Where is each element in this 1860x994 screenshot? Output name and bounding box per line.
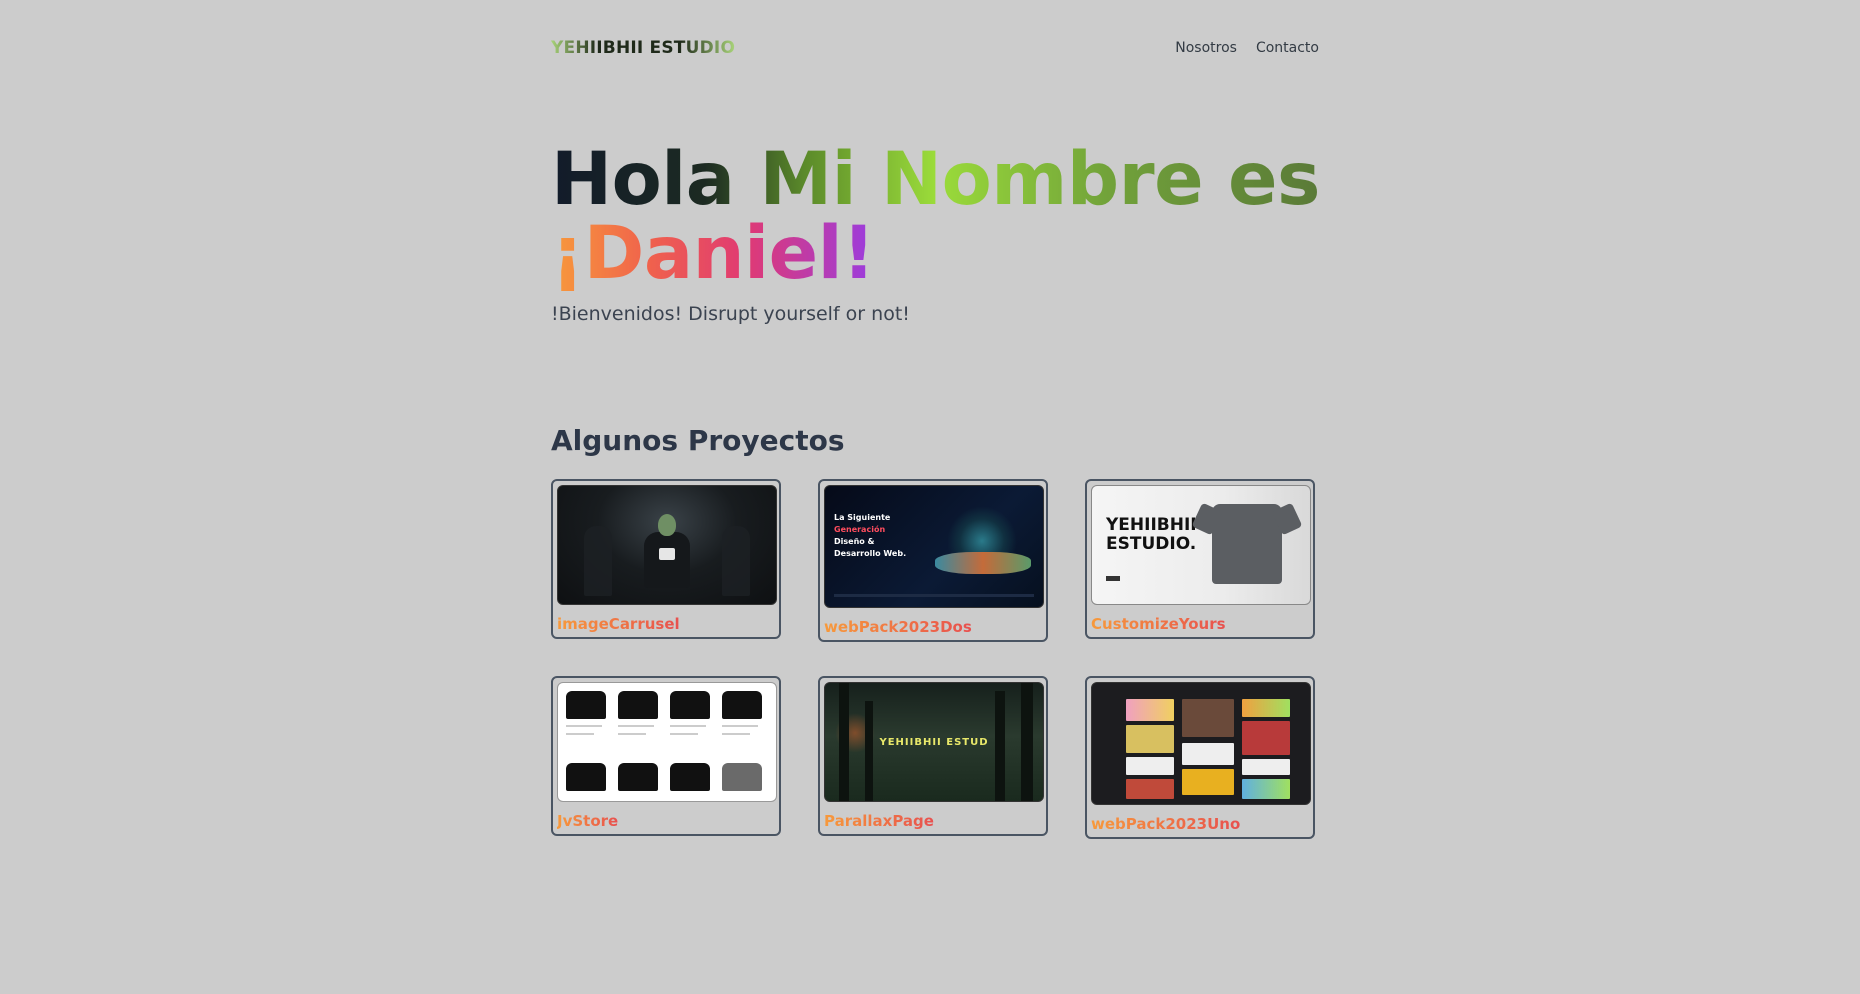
thumb-tile — [1126, 699, 1174, 721]
thumb-text: ESTUDIO. — [1106, 534, 1197, 554]
projects-section-title: Algunos Proyectos — [551, 424, 845, 457]
thumb-text: Desarrollo Web. — [834, 549, 907, 558]
tshirt-image — [722, 691, 762, 719]
project-thumbnail-webpack2023uno — [1091, 682, 1311, 805]
project-thumbnail-imagecarrusel — [557, 485, 777, 605]
project-label[interactable]: webPack2023Uno — [1091, 815, 1240, 833]
project-thumbnail-customizeyours: YEHIIBHII ESTUDIO. — [1091, 485, 1311, 605]
nav-link-contacto[interactable]: Contacto — [1256, 40, 1319, 56]
thumb-heading: YEHIIBHII ESTUDIO. — [1106, 516, 1197, 554]
thumb-text-line — [566, 733, 594, 735]
hero-title-name: ¡Daniel! — [551, 211, 875, 296]
nav-links: Nosotros Contacto — [1175, 40, 1319, 56]
tshirt-image — [670, 763, 710, 791]
project-label[interactable]: imageCarrusel — [557, 615, 680, 633]
thumb-heading: YEHIIBHII ESTUD — [879, 737, 989, 748]
tshirt-image — [566, 691, 606, 719]
thumb-logo — [659, 548, 675, 560]
thumb-text-line — [670, 725, 706, 727]
thumb-text: La Siguiente — [834, 513, 891, 522]
projects-grid: imageCarrusel La Siguiente Generación Di… — [551, 479, 1319, 841]
thumb-tile — [1182, 743, 1234, 765]
thumb-figure — [722, 526, 750, 596]
product-image — [722, 763, 762, 791]
hero-title-line1: Hola Mi Nombre es — [551, 137, 1320, 222]
hero-heading: Hola Mi Nombre es ¡Daniel! — [551, 137, 1320, 296]
project-label[interactable]: JvStore — [557, 812, 618, 830]
project-card-customizeyours[interactable]: YEHIIBHII ESTUDIO. CustomizeYours — [1085, 479, 1315, 639]
thumb-text-line — [618, 725, 654, 727]
hero-subtitle: !Bienvenidos! Disrupt yourself or not! — [551, 303, 910, 325]
tshirt-image — [1212, 504, 1282, 584]
project-thumbnail-webpack2023dos: La Siguiente Generación Diseño & Desarro… — [824, 485, 1044, 608]
thumb-figure — [584, 526, 612, 596]
thumb-text-line — [722, 725, 758, 727]
project-card-imagecarrusel[interactable]: imageCarrusel — [551, 479, 781, 639]
thumb-tile — [1242, 759, 1290, 775]
project-thumbnail-jvstore — [557, 682, 777, 802]
thumb-text: YEHIIBHII — [1106, 515, 1197, 535]
thumb-heading: La Siguiente Generación Diseño & Desarro… — [834, 512, 906, 560]
thumb-figure — [644, 532, 690, 588]
tshirt-image — [618, 691, 658, 719]
thumb-tile — [1126, 725, 1174, 753]
thumb-text-line — [618, 733, 646, 735]
thumb-tile — [1126, 779, 1174, 799]
project-card-parallaxpage[interactable]: YEHIIBHII ESTUD ParallaxPage — [818, 676, 1048, 836]
top-nav: YEHIIBHII ESTUDIO Nosotros Contacto — [551, 38, 1319, 62]
tshirt-image — [566, 763, 606, 791]
project-thumbnail-parallaxpage: YEHIIBHII ESTUD — [824, 682, 1044, 802]
project-card-webpack2023uno[interactable]: webPack2023Uno — [1085, 676, 1315, 839]
project-label[interactable]: ParallaxPage — [824, 812, 934, 830]
thumb-tile — [1242, 779, 1290, 799]
project-card-webpack2023dos[interactable]: La Siguiente Generación Diseño & Desarro… — [818, 479, 1048, 642]
project-label[interactable]: CustomizeYours — [1091, 615, 1226, 633]
thumb-tile — [1182, 699, 1234, 737]
thumb-tile — [1242, 721, 1290, 755]
tshirt-image — [618, 763, 658, 791]
thumb-text: Generación — [834, 525, 886, 534]
thumb-figure — [658, 514, 676, 536]
thumb-button — [1106, 576, 1120, 581]
thumb-text-line — [670, 733, 698, 735]
thumb-tree — [865, 701, 873, 801]
thumb-footer-bar — [834, 594, 1034, 597]
project-card-jvstore[interactable]: JvStore — [551, 676, 781, 836]
project-label[interactable]: webPack2023Dos — [824, 618, 972, 636]
tshirt-image — [670, 691, 710, 719]
thumb-text: Diseño & — [834, 537, 875, 546]
thumb-island — [935, 552, 1031, 574]
thumb-tile — [1126, 757, 1174, 775]
thumb-tile — [1242, 699, 1290, 717]
thumb-text-line — [566, 725, 602, 727]
thumb-tile — [1182, 769, 1234, 795]
thumb-text-line — [722, 733, 750, 735]
site-logo[interactable]: YEHIIBHII ESTUDIO — [551, 38, 735, 58]
nav-link-nosotros[interactable]: Nosotros — [1175, 40, 1237, 56]
